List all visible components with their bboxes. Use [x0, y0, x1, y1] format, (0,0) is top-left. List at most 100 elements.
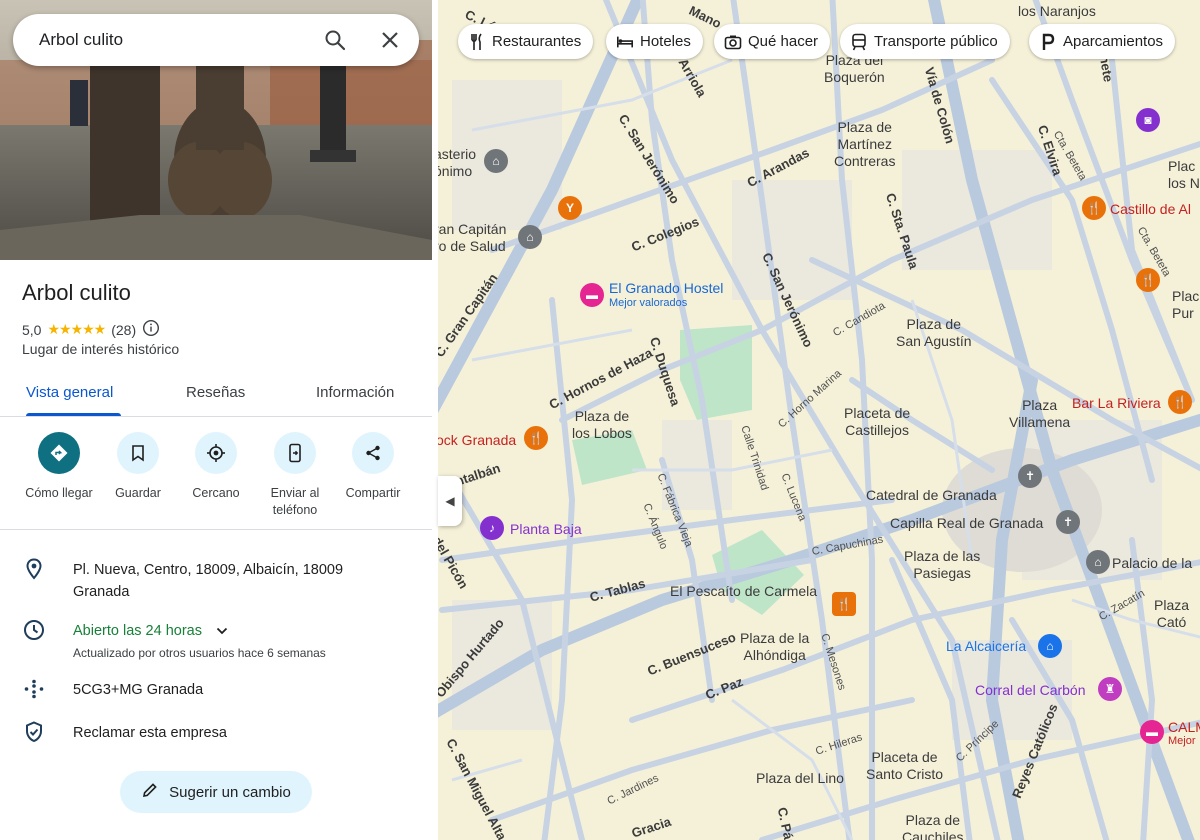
place-label: Placeta de Santo Cristo [866, 749, 944, 782]
save-label: Guardar [115, 486, 161, 500]
restaurant-icon[interactable]: 🍴 [524, 426, 548, 450]
search-icon[interactable] [323, 28, 347, 52]
place-label: Plaza Villamena [1009, 397, 1071, 430]
send-to-phone-icon [274, 432, 316, 474]
poi-label[interactable]: ock Granada [436, 432, 516, 448]
pencil-icon [141, 781, 159, 803]
clock-icon [22, 618, 46, 642]
nearby-label: Cercano [192, 486, 240, 500]
poi-label[interactable]: CALM [1168, 719, 1200, 735]
shopping-icon[interactable]: ⌂ [1038, 634, 1062, 658]
nearby-button[interactable]: Cercano [174, 432, 258, 502]
location-pin-icon [22, 557, 46, 581]
claim-business-row[interactable]: Reclamar esta empresa [0, 720, 432, 746]
suggest-edit-label: Sugerir un cambio [169, 783, 291, 801]
share-label: Compartir [345, 486, 401, 500]
restaurant-icon[interactable]: 🍴 [832, 592, 856, 616]
rating-row[interactable]: 5,0 ★★★★★ (28) [22, 319, 160, 340]
hotel-icon[interactable]: ▬ [580, 283, 604, 307]
music-venue-icon[interactable]: ♪ [480, 516, 504, 540]
place-label: Plac los N [1168, 158, 1200, 191]
poi-label[interactable]: Capilla Real de Granada [890, 515, 1043, 531]
restaurant-icon[interactable]: 🍴 [1136, 268, 1160, 292]
landmark-icon[interactable]: ♜ [1098, 677, 1122, 701]
chevron-down-icon[interactable] [216, 620, 228, 642]
chevron-left-icon: ◀ [445, 494, 455, 508]
directions-button[interactable]: Cómo llegar [17, 432, 101, 502]
place-label: Plaza de Martínez Contreras [834, 119, 896, 169]
address-text[interactable]: Pl. Nueva, Centro, 18009, Albaicín, 1800… [73, 559, 393, 603]
fork-knife-icon [468, 33, 486, 51]
poi-label[interactable]: Planta Baja [510, 521, 582, 537]
star-rating: ★★★★★ [47, 321, 106, 337]
close-icon[interactable] [378, 28, 402, 52]
send-to-phone-label: Enviar al teléfono [270, 486, 320, 517]
share-icon [352, 432, 394, 474]
share-button[interactable]: Compartir [331, 432, 415, 502]
nearby-icon [195, 432, 237, 474]
chip-restaurants[interactable]: Restaurantes [458, 24, 594, 59]
bar-icon[interactable]: Y [558, 196, 582, 220]
place-label: Plaza de las Pasiegas [904, 548, 981, 581]
address-row[interactable]: Pl. Nueva, Centro, 18009, Albaicín, 1800… [0, 557, 432, 603]
monastery-icon[interactable]: ⌂ [484, 149, 508, 173]
bed-icon [616, 33, 634, 51]
chip-public-transport[interactable]: Transporte público [840, 24, 1010, 59]
claim-business-text[interactable]: Reclamar esta empresa [73, 722, 393, 744]
chip-things-to-do[interactable]: Qué hacer [714, 24, 831, 59]
poi-sublabel: Mejor valorados [609, 297, 688, 309]
camera-icon[interactable]: ◙ [1136, 108, 1160, 132]
poi-label[interactable]: Bar La Riviera [1072, 395, 1161, 411]
tab-about[interactable]: Información [316, 384, 394, 401]
info-icon[interactable] [142, 319, 160, 340]
poi-sublabel: Mejor [1168, 735, 1196, 747]
church-icon[interactable]: ✝ [1056, 510, 1080, 534]
chip-hotels[interactable]: Hoteles [606, 24, 703, 59]
camera-icon [724, 33, 742, 51]
suggest-edit-button[interactable]: Sugerir un cambio [120, 771, 312, 813]
hours-row[interactable]: Abierto las 24 horas Actualizado por otr… [0, 618, 432, 660]
poi-label[interactable]: Castillo de Al [1110, 201, 1191, 217]
place-panel: Arbol culito Arbol culito 5,0 ★★★★★ (28)… [0, 0, 432, 840]
tab-reviews[interactable]: Reseñas [186, 384, 245, 401]
map-base-layer [432, 0, 1200, 840]
review-count[interactable]: (28) [111, 322, 136, 338]
action-bar: Cómo llegar Guardar Cercano Enviar al te… [0, 432, 432, 530]
chip-parking[interactable]: Aparcamientos [1029, 24, 1176, 59]
museum-icon[interactable]: ⌂ [1086, 550, 1110, 574]
map-canvas[interactable]: C. San Jerónimo C. Colegios C. Arandas C… [432, 0, 1200, 840]
poi-label[interactable]: Corral del Carbón [975, 682, 1086, 698]
shield-check-icon [22, 720, 46, 744]
place-label: Plaza de Cauchiles [902, 812, 964, 840]
place-label: Plaza Cató [1154, 597, 1190, 630]
plus-code-icon [22, 677, 46, 701]
restaurant-icon[interactable]: 🍴 [1168, 390, 1192, 414]
directions-icon [38, 432, 80, 474]
collapse-panel-button[interactable]: ◀ [438, 476, 462, 526]
hotel-icon[interactable]: ▬ [1140, 720, 1164, 744]
restaurant-icon[interactable]: 🍴 [1082, 196, 1106, 220]
search-query[interactable]: Arbol culito [39, 30, 123, 50]
search-box[interactable]: Arbol culito [13, 14, 419, 66]
save-button[interactable]: Guardar [96, 432, 180, 502]
poi-label[interactable]: El Pescaíto de Carmela [670, 583, 817, 599]
plus-code-row[interactable]: 5CG3+MG Granada [0, 677, 432, 703]
place-title: Arbol culito [22, 280, 131, 305]
place-label: Plac Pur [1172, 288, 1200, 321]
hours-update-note: Actualizado por otros usuarios hace 6 se… [73, 646, 326, 661]
poi-label[interactable]: Palacio de la [1112, 555, 1192, 571]
train-icon [850, 33, 868, 51]
plus-code-text[interactable]: 5CG3+MG Granada [73, 679, 393, 701]
poi-label[interactable]: Catedral de Granada [866, 487, 997, 503]
place-label: Plaza del Lino [756, 770, 844, 786]
send-to-phone-button[interactable]: Enviar al teléfono [253, 432, 337, 519]
tab-overview[interactable]: Vista general [26, 384, 113, 401]
place-category[interactable]: Lugar de interés histórico [22, 341, 179, 357]
place-label: Plaza de la Alhóndiga [740, 630, 810, 663]
poi-label[interactable]: La Alcaicería [946, 638, 1026, 654]
hospital-icon[interactable]: ⌂ [518, 225, 542, 249]
poi-label[interactable]: El Granado Hostel [609, 280, 723, 296]
bookmark-icon [117, 432, 159, 474]
active-tab-indicator [26, 413, 121, 416]
church-icon[interactable]: ✝ [1018, 464, 1042, 488]
